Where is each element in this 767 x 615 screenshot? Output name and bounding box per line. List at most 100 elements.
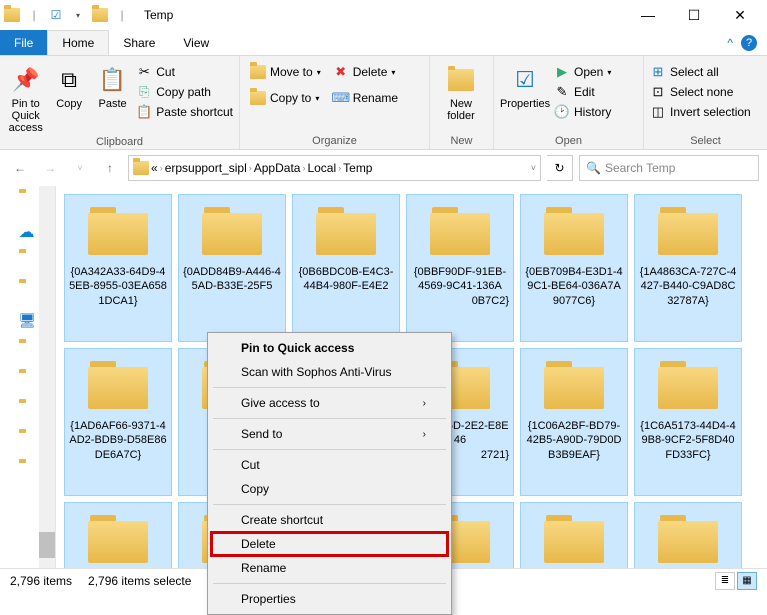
path-icon: ⎘ (136, 84, 152, 100)
cut-button[interactable]: ✂Cut (136, 64, 233, 80)
ctx-copy[interactable]: Copy (211, 477, 448, 501)
newfolder-label: New folder (436, 98, 486, 122)
selectnone-icon: ⊡ (650, 84, 666, 100)
folder-item[interactable]: {0BBF90DF-91EB-4569-9C41-136A0B7C2} (406, 194, 514, 342)
select-all-button[interactable]: ⊞Select all (650, 64, 751, 80)
folder-item[interactable]: {0A342A33-64D9-45EB-8955-03EA6581DCA1} (64, 194, 172, 342)
folder-item[interactable]: {1C6A5173-44D4-49B8-9CF2-5F8D40FD33FC} (634, 348, 742, 496)
ctx-delete[interactable]: Delete (211, 532, 448, 556)
folder-item[interactable] (520, 502, 628, 568)
delete-button[interactable]: ✖Delete ▾ (333, 64, 398, 80)
selectall-icon: ⊞ (650, 64, 666, 80)
ribbon-collapse-icon[interactable]: ^ (727, 36, 733, 50)
paste-shortcut-button[interactable]: 📋Paste shortcut (136, 104, 233, 120)
help-icon[interactable]: ? (741, 35, 757, 51)
drive-icon[interactable] (19, 342, 37, 360)
bc-part[interactable]: erpsupport_sipl (165, 161, 247, 175)
folder-icon (656, 511, 720, 563)
invert-selection-button[interactable]: ◫Invert selection (650, 104, 751, 120)
history-icon: 🕑 (554, 104, 570, 120)
ctx-pin[interactable]: Pin to Quick access (211, 336, 448, 360)
bc-part[interactable]: Local (307, 161, 336, 175)
pin-icon: 📌 (10, 64, 42, 96)
nav-up-button[interactable]: ↑ (98, 156, 122, 180)
tab-home[interactable]: Home (47, 30, 109, 55)
navigation-pane[interactable]: ☁ 🖥 (0, 186, 56, 568)
breadcrumb-dropdown-icon[interactable]: ˅ (531, 163, 536, 173)
ctx-createshortcut[interactable]: Create shortcut (211, 508, 448, 532)
folder-item[interactable] (64, 502, 172, 568)
bc-part[interactable]: AppData (254, 161, 301, 175)
ctx-scan[interactable]: Scan with Sophos Anti-Virus (211, 360, 448, 384)
move-to-button[interactable]: Move to ▾ (250, 64, 321, 80)
close-button[interactable]: ✕ (717, 0, 763, 30)
quickaccess-icon[interactable] (19, 192, 37, 210)
ctx-rename[interactable]: Rename (211, 556, 448, 580)
open-button[interactable]: ▶Open ▾ (554, 64, 611, 80)
ctx-properties[interactable]: Properties (211, 587, 448, 611)
refresh-button[interactable]: ↻ (547, 155, 573, 181)
ribbon-tabs: File Home Share View ^ ? (0, 30, 767, 56)
paste-icon: 📋 (97, 64, 129, 96)
folder-item[interactable]: {1AD6AF66-9371-4AD2-BDB9-D58E86DE6A7C} (64, 348, 172, 496)
folder-item[interactable]: {1A4863CA-727C-4427-B440-C9AD8C32787A} (634, 194, 742, 342)
pin-to-quick-access-button[interactable]: 📌 Pin to Quick access (6, 60, 45, 134)
tab-share[interactable]: Share (109, 30, 169, 55)
bc-part[interactable]: « (151, 161, 158, 175)
folder-item[interactable]: {1C06A2BF-BD79-42B5-A90D-79D0DB3B9EAF} (520, 348, 628, 496)
rename-button[interactable]: ⌨Rename (333, 90, 398, 106)
tab-file[interactable]: File (0, 30, 47, 55)
onedrive-icon[interactable]: ☁ (19, 222, 37, 240)
icons-view-button[interactable]: ▦ (737, 572, 757, 590)
ctx-giveaccess[interactable]: Give access to› (211, 391, 448, 415)
folder-icon (656, 357, 720, 409)
drive-icon[interactable] (19, 372, 37, 390)
search-icon: 🔍 (586, 161, 601, 175)
folder-item[interactable]: {0B6BDC0B-E4C3-44B4-980F-E4E2 (292, 194, 400, 342)
navpane-scrollbar[interactable] (39, 186, 55, 568)
folder-item[interactable]: {0ADD84B9-A446-45AD-B33E-25F5 (178, 194, 286, 342)
copy-path-button[interactable]: ⎘Copy path (136, 84, 233, 100)
folder-icon (542, 511, 606, 563)
paste-button[interactable]: 📋 Paste (93, 60, 132, 110)
address-bar: ← → ˅ ↑ «› erpsupport_sipl› AppData› Loc… (0, 150, 767, 186)
history-button[interactable]: 🕑History (554, 104, 611, 120)
ctx-cut[interactable]: Cut (211, 453, 448, 477)
details-view-button[interactable]: ≣ (715, 572, 735, 590)
ctx-sendto[interactable]: Send to› (211, 422, 448, 446)
search-input[interactable]: 🔍 Search Temp (579, 155, 759, 181)
thispc-icon[interactable] (19, 252, 37, 270)
thispc-icon[interactable] (19, 282, 37, 300)
checkbox-icon[interactable]: ☑ (48, 7, 64, 23)
select-none-button[interactable]: ⊡Select none (650, 84, 751, 100)
new-folder-button[interactable]: New folder (436, 60, 486, 122)
breadcrumb[interactable]: «› erpsupport_sipl› AppData› Local› Temp… (128, 155, 541, 181)
folder-item[interactable] (634, 502, 742, 568)
nav-forward-button[interactable]: → (38, 156, 62, 180)
navpane-scroll-thumb[interactable] (39, 532, 55, 558)
folder-item[interactable]: {0EB709B4-E3D1-49C1-BE64-036A7A9077C6} (520, 194, 628, 342)
bc-part[interactable]: Temp (343, 161, 372, 175)
open-icon: ▶ (554, 64, 570, 80)
drive-icon[interactable] (19, 432, 37, 450)
qat-separator: | (26, 7, 42, 23)
minimize-button[interactable]: — (625, 0, 671, 30)
properties-button[interactable]: ☑ Properties (500, 60, 550, 110)
copy-to-button[interactable]: Copy to ▾ (250, 90, 321, 106)
maximize-button[interactable]: ☐ (671, 0, 717, 30)
copy-label: Copy (56, 98, 82, 110)
copy-button[interactable]: ⧉ Copy (49, 60, 88, 110)
status-selected: 2,796 items selecte (88, 574, 191, 588)
folder-icon (542, 203, 606, 255)
qat-dropdown-icon[interactable]: ▾ (70, 7, 86, 23)
edit-button[interactable]: ✎Edit (554, 84, 611, 100)
drive-icon[interactable] (19, 462, 37, 480)
drive-icon[interactable] (19, 402, 37, 420)
nav-back-button[interactable]: ← (8, 156, 32, 180)
group-select-label: Select (650, 133, 761, 149)
tab-view[interactable]: View (169, 30, 223, 55)
ctx-separator (213, 583, 446, 584)
copyto-icon (250, 90, 266, 106)
nav-recent-button[interactable]: ˅ (68, 156, 92, 180)
network-icon[interactable]: 🖥 (19, 312, 37, 330)
